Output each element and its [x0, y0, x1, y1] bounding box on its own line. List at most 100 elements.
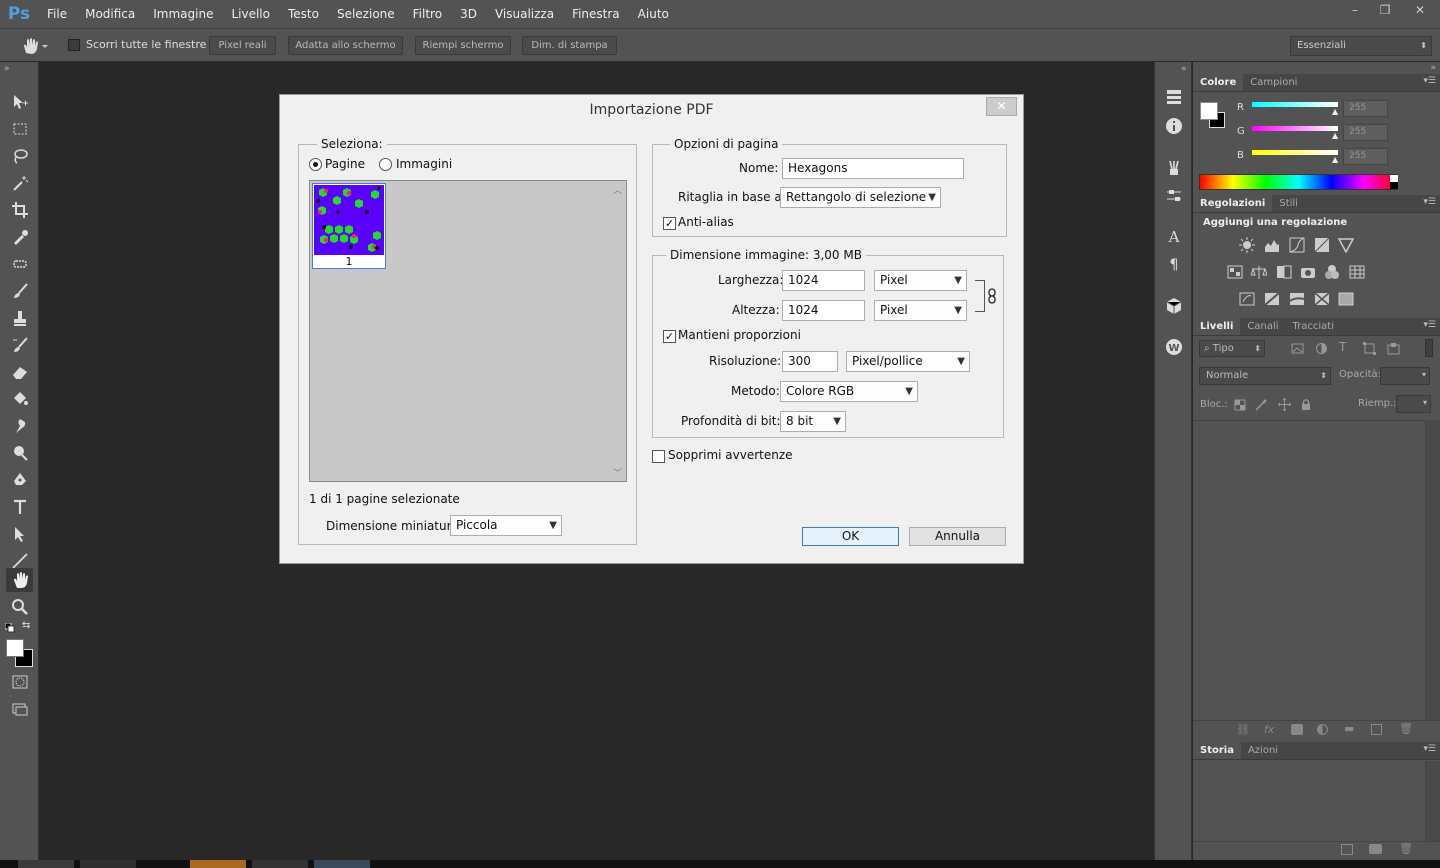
magic-wand-tool-icon[interactable] — [6, 171, 33, 195]
tab-storia[interactable]: Storia — [1193, 742, 1241, 759]
paint-bucket-tool-icon[interactable] — [6, 387, 33, 411]
crop-tool-icon[interactable] — [6, 198, 33, 222]
info-panel-icon[interactable] — [1164, 116, 1184, 136]
menu-visualizza[interactable]: Visualizza — [486, 0, 563, 28]
tab-canali[interactable]: Canali — [1240, 318, 1285, 335]
tab-regolazioni[interactable]: Regolazioni — [1193, 195, 1273, 212]
height-field[interactable]: 1024 — [782, 300, 865, 321]
clone-stamp-tool-icon[interactable] — [6, 306, 33, 330]
hue-saturation-icon[interactable] — [1227, 264, 1243, 280]
new-document-from-state-icon[interactable] — [1341, 844, 1353, 855]
chevron-up-icon[interactable]: ︿ — [613, 183, 622, 196]
taskbar-item[interactable] — [80, 860, 136, 868]
eraser-tool-icon[interactable] — [6, 360, 33, 384]
panel-menu-icon[interactable]: ▾☰ — [1423, 744, 1436, 754]
history-brush-tool-icon[interactable] — [6, 333, 33, 357]
brush-panel-icon[interactable] — [1164, 186, 1184, 206]
tab-azioni[interactable]: Azioni — [1241, 742, 1285, 759]
close-window-button[interactable]: ✕ — [1400, 0, 1440, 20]
layer-filter-select[interactable]: ⌕ Tipo ⬍ — [1199, 340, 1265, 357]
history-panel-icon[interactable] — [1164, 87, 1184, 107]
collapse-arrows-icon[interactable]: « — [1181, 64, 1187, 74]
constrain-proportions-checkbox[interactable]: ✓ — [663, 330, 676, 343]
green-slider[interactable] — [1252, 126, 1338, 131]
name-field[interactable]: Hexagons — [782, 158, 964, 179]
menu-livello[interactable]: Livello — [222, 0, 279, 28]
lock-transparent-icon[interactable] — [1234, 399, 1246, 411]
lock-all-icon[interactable] — [1300, 398, 1312, 411]
panel-menu-icon[interactable]: ▾☰ — [1423, 197, 1436, 207]
lasso-tool-icon[interactable] — [6, 144, 33, 168]
tab-tracciati[interactable]: Tracciati — [1286, 318, 1341, 335]
color-spectrum-ramp[interactable] — [1199, 174, 1398, 190]
brightness-icon[interactable] — [1239, 237, 1255, 253]
red-value-field[interactable]: 255 — [1343, 100, 1388, 117]
layers-list[interactable] — [1193, 420, 1425, 720]
resolution-unit-select[interactable]: Pixel/pollice ▼ — [846, 351, 970, 372]
path-selection-tool-icon[interactable] — [6, 522, 33, 546]
slider-thumb-icon[interactable]: ▲ — [1332, 131, 1338, 140]
minimize-button[interactable]: – — [1340, 0, 1370, 20]
menu-filtro[interactable]: Filtro — [404, 0, 451, 28]
color-lookup-icon[interactable] — [1349, 264, 1365, 280]
dodge-tool-icon[interactable] — [6, 441, 33, 465]
slider-thumb-icon[interactable]: ▲ — [1332, 107, 1338, 116]
print-size-button[interactable]: Dim. di stampa — [522, 36, 617, 55]
opacity-field[interactable]: ▾ — [1380, 367, 1430, 385]
menu-finestra[interactable]: Finestra — [563, 0, 629, 28]
restore-button[interactable]: ❐ — [1370, 0, 1400, 20]
chevron-down-icon[interactable]: ﹀ — [613, 466, 622, 479]
resolution-field[interactable]: 300 — [782, 351, 838, 372]
swap-colors-icon[interactable]: ⇆ — [22, 620, 30, 631]
trash-icon[interactable]: 🗑︎ — [1399, 722, 1413, 735]
default-colors-icon[interactable] — [4, 622, 15, 633]
menu-testo[interactable]: Testo — [279, 0, 328, 28]
fill-field[interactable]: ▾ — [1396, 395, 1431, 413]
brush-tool-icon[interactable] — [6, 279, 33, 303]
new-adjustment-icon[interactable] — [1317, 724, 1328, 735]
filter-toggle[interactable] — [1425, 339, 1433, 357]
tab-stili[interactable]: Stili — [1272, 195, 1305, 212]
tab-campioni[interactable]: Campioni — [1243, 74, 1304, 91]
menu-3d[interactable]: 3D — [451, 0, 486, 28]
posterize-icon[interactable] — [1264, 291, 1280, 307]
add-mask-icon[interactable] — [1291, 724, 1303, 735]
zoom-tool-icon[interactable] — [6, 595, 33, 619]
history-scrollbar[interactable] — [1425, 761, 1440, 841]
blend-mode-select[interactable]: Normale ⬍ — [1199, 367, 1331, 385]
color-fg-swatch[interactable] — [1200, 102, 1218, 120]
fill-screen-button[interactable]: Riempi schermo — [415, 36, 511, 55]
images-radio[interactable] — [379, 158, 392, 171]
paragraph-panel-icon[interactable]: ¶ — [1164, 255, 1184, 275]
smudge-tool-icon[interactable] — [6, 414, 33, 438]
thumbnail-size-select[interactable]: Piccola ▼ — [450, 515, 562, 536]
anti-alias-checkbox[interactable]: ✓ — [663, 217, 676, 230]
panel-menu-icon[interactable]: ▾☰ — [1423, 320, 1436, 330]
link-layers-icon[interactable]: ⛓ — [1236, 723, 1250, 736]
suppress-warnings-checkbox[interactable] — [652, 450, 665, 463]
hand-tool-preset-icon[interactable] — [20, 37, 48, 55]
menu-file[interactable]: File — [38, 0, 76, 28]
screen-mode-icon[interactable] — [6, 697, 33, 721]
gradient-icon[interactable] — [1337, 237, 1355, 254]
curves-icon[interactable] — [1289, 237, 1305, 253]
black-white-icon[interactable] — [1276, 264, 1292, 280]
pages-radio[interactable] — [309, 158, 322, 171]
menu-selezione[interactable]: Selezione — [328, 0, 404, 28]
trash-icon[interactable]: 🗑︎ — [1399, 842, 1413, 855]
mode-select[interactable]: Colore RGB ▼ — [780, 381, 918, 402]
collapse-arrows-icon[interactable]: » — [4, 64, 10, 74]
taskbar-item[interactable] — [190, 860, 246, 868]
pen-tool-icon[interactable] — [6, 468, 33, 492]
filter-shape-icon[interactable] — [1363, 342, 1376, 355]
actual-pixels-button[interactable]: Pixel reali — [209, 36, 276, 55]
camera-icon[interactable] — [1369, 844, 1382, 854]
foreground-color-swatch[interactable] — [6, 639, 24, 657]
crop-to-select[interactable]: Rettangolo di selezione ▼ — [780, 187, 941, 208]
levels-icon[interactable] — [1264, 237, 1280, 253]
taskbar-item[interactable] — [18, 860, 74, 868]
taskbar-item[interactable] — [314, 860, 370, 868]
threshold-icon[interactable] — [1289, 291, 1305, 307]
new-layer-icon[interactable] — [1371, 724, 1382, 735]
photo-filter-icon[interactable] — [1300, 264, 1316, 280]
